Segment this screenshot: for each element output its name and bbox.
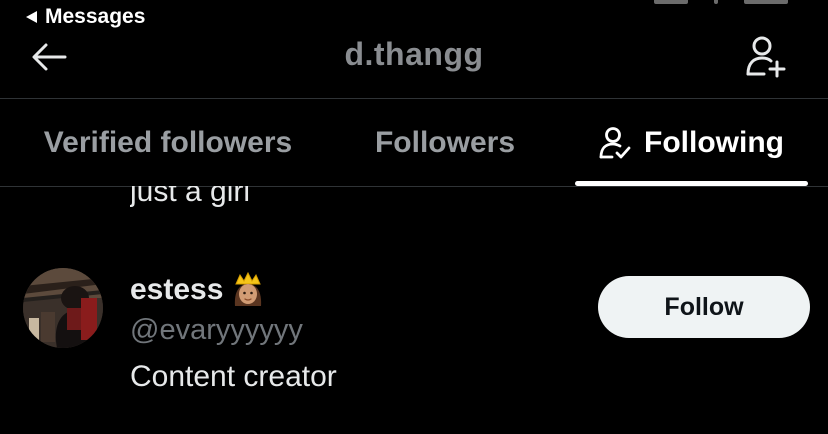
person-check-icon	[598, 126, 632, 160]
tab-label: Following	[644, 125, 784, 159]
wifi-icon	[714, 0, 718, 4]
battery-icon	[744, 0, 788, 4]
back-triangle-icon	[26, 11, 37, 23]
follow-button[interactable]: Follow	[598, 276, 810, 338]
status-bar: Messages	[0, 0, 828, 30]
avatar[interactable]	[23, 268, 103, 348]
user-display-name: estess	[130, 273, 224, 306]
princess-emoji-icon	[231, 272, 265, 308]
list-item[interactable]: estess @evaryyyyyy Content creator Follo…	[0, 262, 828, 402]
back-app-label: Messages	[45, 5, 146, 28]
profile-header: d.thangg	[0, 30, 828, 98]
tab-following[interactable]: Following	[574, 99, 808, 186]
tab-followers[interactable]: Followers	[350, 99, 540, 186]
tabs-divider	[0, 186, 828, 187]
user-display-name-row[interactable]: estess	[130, 272, 265, 308]
tab-label: Verified followers	[43, 125, 293, 159]
tab-label: Followers	[374, 125, 516, 159]
tab-bar: Verified followers Followers Following	[0, 99, 828, 186]
tab-verified-followers[interactable]: Verified followers	[22, 99, 314, 186]
user-bio: Content creator	[130, 360, 337, 393]
add-user-icon	[746, 36, 786, 78]
user-handle: @evaryyyyyy	[130, 314, 303, 346]
back-to-messages-link[interactable]: Messages	[26, 5, 145, 29]
page-title: d.thangg	[344, 36, 484, 72]
signal-icon	[654, 0, 688, 4]
status-indicators	[654, 0, 788, 4]
add-user-button[interactable]	[742, 32, 790, 80]
